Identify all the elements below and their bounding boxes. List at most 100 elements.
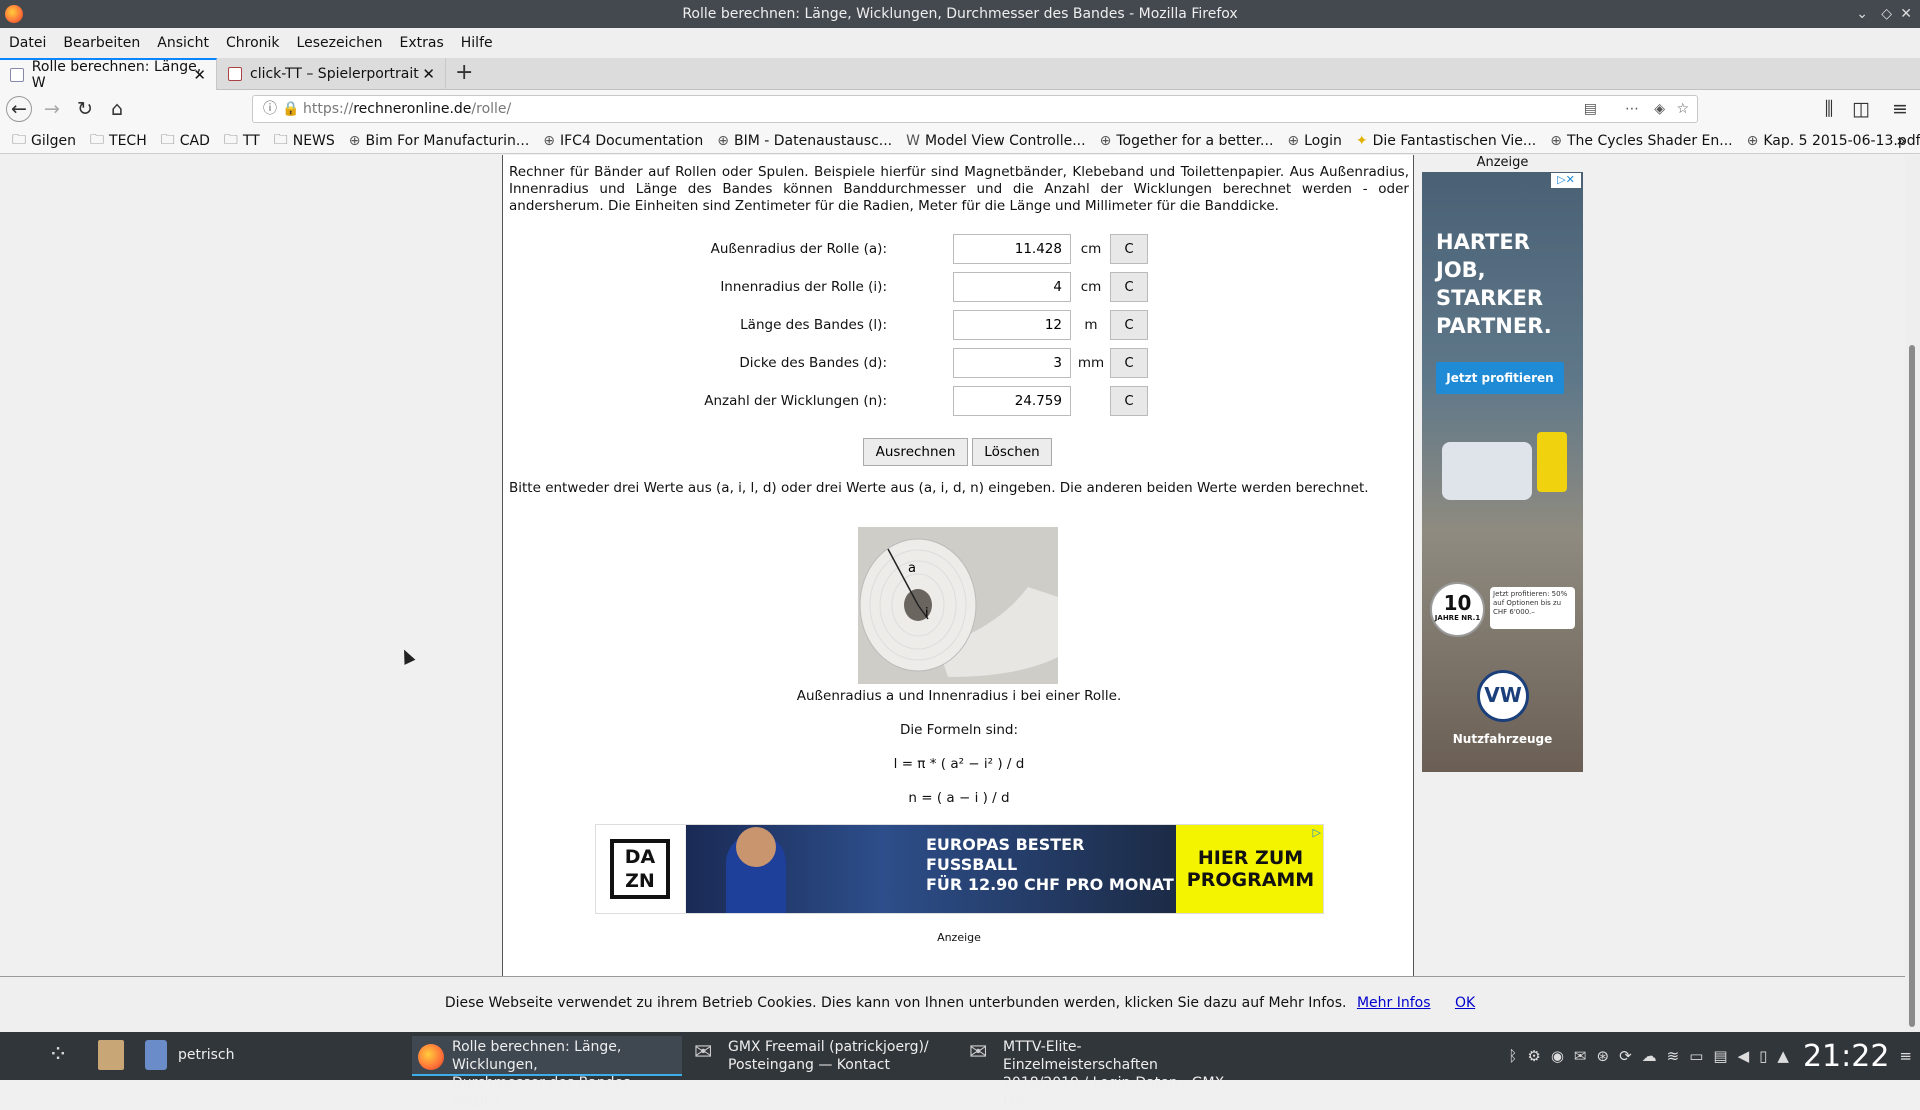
adchoices-close-icon[interactable]: ▷✕ xyxy=(1551,173,1581,188)
clear-inner-radius-button[interactable]: C xyxy=(1110,272,1148,302)
folder-task-label[interactable]: petrisch xyxy=(178,1047,235,1063)
bookmark-folder[interactable]: 🗀 TECH xyxy=(90,129,147,153)
info-icon[interactable]: ⓘ xyxy=(263,96,277,122)
dazn-banner-ad[interactable]: DA ZN EUROPAS BESTER FUSSBALL FÜR 12.90 … xyxy=(595,824,1324,914)
menu-bearbeiten[interactable]: Bearbeiten xyxy=(63,35,140,51)
maximize-icon[interactable]: ◇ xyxy=(1881,0,1892,28)
volume-icon[interactable]: ◀ xyxy=(1738,1047,1750,1065)
field-label: Anzahl der Wicklungen (n): xyxy=(704,393,887,409)
cookie-more-info-link[interactable]: Mehr Infos xyxy=(1357,995,1431,1011)
bookmark-folder[interactable]: 🗀 CAD xyxy=(161,129,210,153)
reader-view-icon[interactable]: ▤ xyxy=(1584,96,1597,122)
bookmark-link[interactable]: ⊕ Kap. 5 2015-06-13.pdf xyxy=(1747,133,1920,149)
bookmark-folder[interactable]: 🗀 NEWS xyxy=(274,129,335,153)
close-window-icon[interactable]: ✕ xyxy=(1900,0,1912,28)
bookmark-link[interactable]: ⊕ Login xyxy=(1287,133,1342,149)
vw-side-ad[interactable]: ▷✕ HARTER JOB, STARKER PARTNER. Jetzt pr… xyxy=(1422,172,1583,772)
page-scrollbar[interactable] xyxy=(1905,155,1920,1032)
ad-text-line1: EUROPAS BESTER FUSSBALL xyxy=(926,835,1085,874)
clear-length-button[interactable]: C xyxy=(1110,310,1148,340)
bookmark-folder[interactable]: 🗀 Gilgen xyxy=(12,129,76,153)
tab-label: Rolle berechnen: Länge, W xyxy=(31,59,202,91)
task-gmx[interactable]: ✉ MTTV-Elite-Einzelmeisterschaften 2018/… xyxy=(965,1036,1230,1109)
tab-click-tt[interactable]: click-TT – Spielerportrait ✕ xyxy=(218,58,446,90)
inner-radius-input[interactable] xyxy=(953,272,1071,302)
bluetooth-icon[interactable]: ᛒ xyxy=(1508,1047,1517,1065)
forward-icon[interactable]: → xyxy=(39,97,65,121)
task-firefox[interactable]: Rolle berechnen: Länge, Wicklungen, Durc… xyxy=(412,1036,682,1109)
dazn-cta[interactable]: HIER ZUM PROGRAMM xyxy=(1176,825,1323,913)
close-tab-icon[interactable]: ✕ xyxy=(422,65,435,83)
menu-datei[interactable]: Datei xyxy=(9,35,46,51)
panel-menu-icon[interactable]: ≡ xyxy=(1899,1047,1912,1065)
app-launcher-icon[interactable]: ⁘ xyxy=(48,1040,68,1068)
bookmark-folder[interactable]: 🗀 TT xyxy=(224,129,260,153)
sidebar-icon[interactable]: ◫ xyxy=(1848,97,1874,121)
windings-input[interactable] xyxy=(953,386,1071,416)
sync-icon[interactable]: ⟳ xyxy=(1619,1047,1632,1065)
tab-rolle[interactable]: Rolle berechnen: Länge, W ✕ xyxy=(0,58,217,91)
clear-outer-radius-button[interactable]: C xyxy=(1110,234,1148,264)
dazn-banner-photo: EUROPAS BESTER FUSSBALL FÜR 12.90 CHF PR… xyxy=(686,825,1176,913)
system-tray: ᛒ ⚙ ◉ ✉ ⊛ ⟳ ☁ ≋ ▭ ▤ ◀ ▯ ▲ 21:22 ≡ xyxy=(1508,1032,1912,1080)
tray-expand-icon[interactable]: ▲ xyxy=(1777,1047,1789,1065)
rss-icon[interactable]: ◉ xyxy=(1551,1047,1564,1065)
menu-ansicht[interactable]: Ansicht xyxy=(157,35,209,51)
field-outer-radius: Außenradius der Rolle (a): cm C xyxy=(503,234,1415,264)
firefox-logo-icon xyxy=(5,5,23,23)
bookmark-star-icon[interactable]: ☆ xyxy=(1676,96,1689,122)
bookmark-link[interactable]: ⊕ Bim For Manufacturin... xyxy=(349,133,529,149)
cloud-icon[interactable]: ☁ xyxy=(1642,1047,1657,1065)
calculate-button[interactable]: Ausrechnen xyxy=(863,438,968,466)
url-host: rechneronline.de xyxy=(353,101,472,117)
menu-hilfe[interactable]: Hilfe xyxy=(461,35,493,51)
outer-radius-input[interactable] xyxy=(953,234,1071,264)
mail-tray-icon[interactable]: ✉ xyxy=(1574,1047,1587,1065)
clock[interactable]: 21:22 xyxy=(1803,1039,1889,1074)
clipboard-icon[interactable]: ▤ xyxy=(1713,1047,1727,1065)
menu-extras[interactable]: Extras xyxy=(400,35,444,51)
ad-cta-button[interactable]: Jetzt profitieren xyxy=(1436,362,1564,394)
clear-thickness-button[interactable]: C xyxy=(1110,348,1148,378)
bookmark-link[interactable]: ⊕ IFC4 Documentation xyxy=(543,133,703,149)
battery-icon[interactable]: ▭ xyxy=(1689,1047,1703,1065)
page-actions-icon[interactable]: ⋯ xyxy=(1625,96,1639,122)
tab-bar: Rolle berechnen: Länge, W ✕ click-TT – S… xyxy=(0,58,1920,91)
reload-icon[interactable]: ↻ xyxy=(72,97,98,121)
menu-lesezeichen[interactable]: Lesezeichen xyxy=(297,35,383,51)
new-tab-icon[interactable]: + xyxy=(455,60,473,85)
minimize-icon[interactable]: ⌄ xyxy=(1856,0,1868,28)
device-icon[interactable]: ▯ xyxy=(1759,1047,1767,1065)
pocket-icon[interactable]: ◈ xyxy=(1654,96,1665,122)
package-icon[interactable] xyxy=(98,1040,124,1070)
bookmark-label: CAD xyxy=(179,132,210,149)
main-content: Rechner für Bänder auf Rollen oder Spule… xyxy=(502,155,1414,976)
url-bar[interactable]: ⓘ 🔒 https://rechneronline.de/rolle/ ▤ ⋯ … xyxy=(252,95,1698,123)
wifi-icon[interactable]: ≋ xyxy=(1667,1047,1680,1065)
bookmark-link[interactable]: ⊕ BIM - Datenaustausc... xyxy=(717,133,892,149)
close-tab-icon[interactable]: ✕ xyxy=(193,66,206,84)
adchoices-icon[interactable]: ▷ xyxy=(1313,826,1321,839)
scrollbar-thumb[interactable] xyxy=(1909,345,1915,1027)
hamburger-menu-icon[interactable]: ≡ xyxy=(1887,97,1913,121)
task-line2: Posteingang — Kontact xyxy=(728,1057,890,1073)
home-icon[interactable]: ⌂ xyxy=(104,97,130,121)
vpn-icon[interactable]: ⊛ xyxy=(1596,1047,1609,1065)
thickness-input[interactable] xyxy=(953,348,1071,378)
bookmark-link[interactable]: ⊕ Together for a better... xyxy=(1100,133,1274,149)
menu-chronik[interactable]: Chronik xyxy=(226,35,280,51)
clear-windings-button[interactable]: C xyxy=(1110,386,1148,416)
bookmark-link[interactable]: W Model View Controlle... xyxy=(906,133,1085,149)
bookmark-link[interactable]: ✦ Die Fantastischen Vie... xyxy=(1356,133,1536,149)
file-manager-icon[interactable] xyxy=(145,1040,167,1070)
back-icon[interactable]: ← xyxy=(6,96,32,122)
network-icon[interactable]: ⚙ xyxy=(1527,1047,1540,1065)
library-icon[interactable]: ⫼ xyxy=(1816,97,1842,121)
task-kontact[interactable]: ✉ GMX Freemail (patrickjoerg)/ Posteinga… xyxy=(690,1036,960,1076)
ad-badge: 10 JAHRE NR.1 xyxy=(1430,582,1485,637)
clear-all-button[interactable]: Löschen xyxy=(972,438,1052,466)
cookie-ok-link[interactable]: OK xyxy=(1455,995,1475,1011)
more-bookmarks-icon[interactable]: » xyxy=(1896,131,1906,150)
length-input[interactable] xyxy=(953,310,1071,340)
bookmark-link[interactable]: ⊕ The Cycles Shader En... xyxy=(1550,133,1732,149)
